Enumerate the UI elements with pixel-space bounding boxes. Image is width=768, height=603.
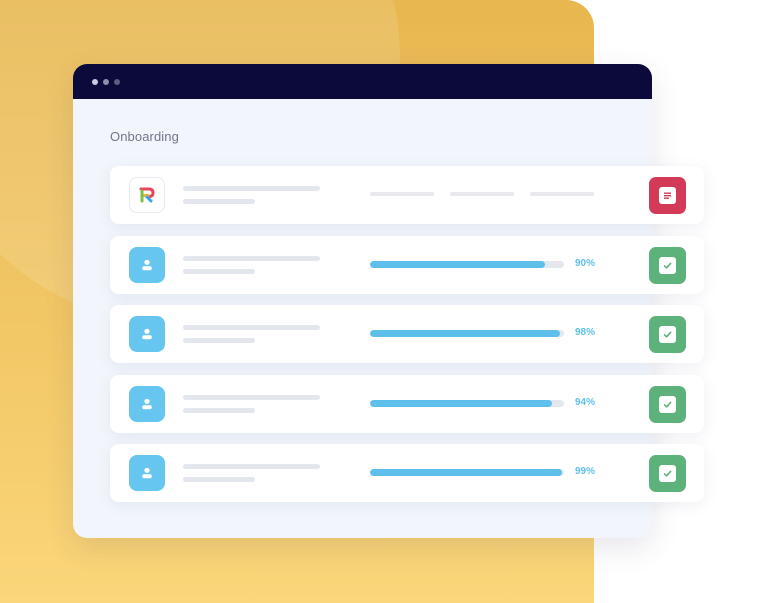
progress-bar xyxy=(370,469,564,476)
placeholder-bar xyxy=(530,192,594,196)
placeholder-bar xyxy=(370,192,434,196)
check-icon xyxy=(659,465,676,482)
page-title: Onboarding xyxy=(110,129,179,144)
approve-button[interactable] xyxy=(649,247,686,284)
progress-bar xyxy=(370,400,564,407)
progress-percent: 90% xyxy=(575,258,596,269)
check-icon xyxy=(659,257,676,274)
list-item-company[interactable] xyxy=(110,166,704,224)
progress-percent: 98% xyxy=(575,327,596,338)
approve-button[interactable] xyxy=(649,386,686,423)
approve-button[interactable] xyxy=(649,316,686,353)
document-icon xyxy=(659,187,676,204)
progress-percent: 99% xyxy=(575,466,596,477)
subtitle-placeholder xyxy=(183,408,255,413)
brand-logo-icon xyxy=(129,177,165,213)
window-dot-icon[interactable] xyxy=(103,78,109,85)
placeholder-bar xyxy=(450,192,514,196)
name-placeholder xyxy=(183,186,320,191)
progress-bar xyxy=(370,330,564,337)
progress-fill xyxy=(370,261,545,268)
list-item-user[interactable]: 98% xyxy=(110,305,704,363)
document-button[interactable] xyxy=(649,177,686,214)
name-placeholder xyxy=(183,464,320,469)
stage: Onboarding 90% 98% 94% 99% xyxy=(0,0,768,603)
user-icon xyxy=(129,316,165,352)
subtitle-placeholder xyxy=(183,269,255,274)
window-titlebar xyxy=(73,64,652,99)
progress-fill xyxy=(370,330,561,337)
name-placeholder xyxy=(183,256,320,261)
window-dot-icon[interactable] xyxy=(92,78,98,85)
list-item-user[interactable]: 94% xyxy=(110,375,704,433)
list-item-user[interactable]: 99% xyxy=(110,444,704,502)
name-placeholder xyxy=(183,325,320,330)
progress-fill xyxy=(370,400,553,407)
user-icon xyxy=(129,386,165,422)
window-dot-icon[interactable] xyxy=(114,78,120,85)
progress-bar xyxy=(370,261,564,268)
approve-button[interactable] xyxy=(649,455,686,492)
progress-percent: 94% xyxy=(575,397,596,408)
user-icon xyxy=(129,247,165,283)
list-item-user[interactable]: 90% xyxy=(110,236,704,294)
subtitle-placeholder xyxy=(183,338,255,343)
progress-fill xyxy=(370,469,563,476)
check-icon xyxy=(659,326,676,343)
subtitle-placeholder xyxy=(183,199,255,204)
user-icon xyxy=(129,455,165,491)
name-placeholder xyxy=(183,395,320,400)
subtitle-placeholder xyxy=(183,477,255,482)
check-icon xyxy=(659,396,676,413)
app-window: Onboarding 90% 98% 94% 99% xyxy=(73,64,704,538)
